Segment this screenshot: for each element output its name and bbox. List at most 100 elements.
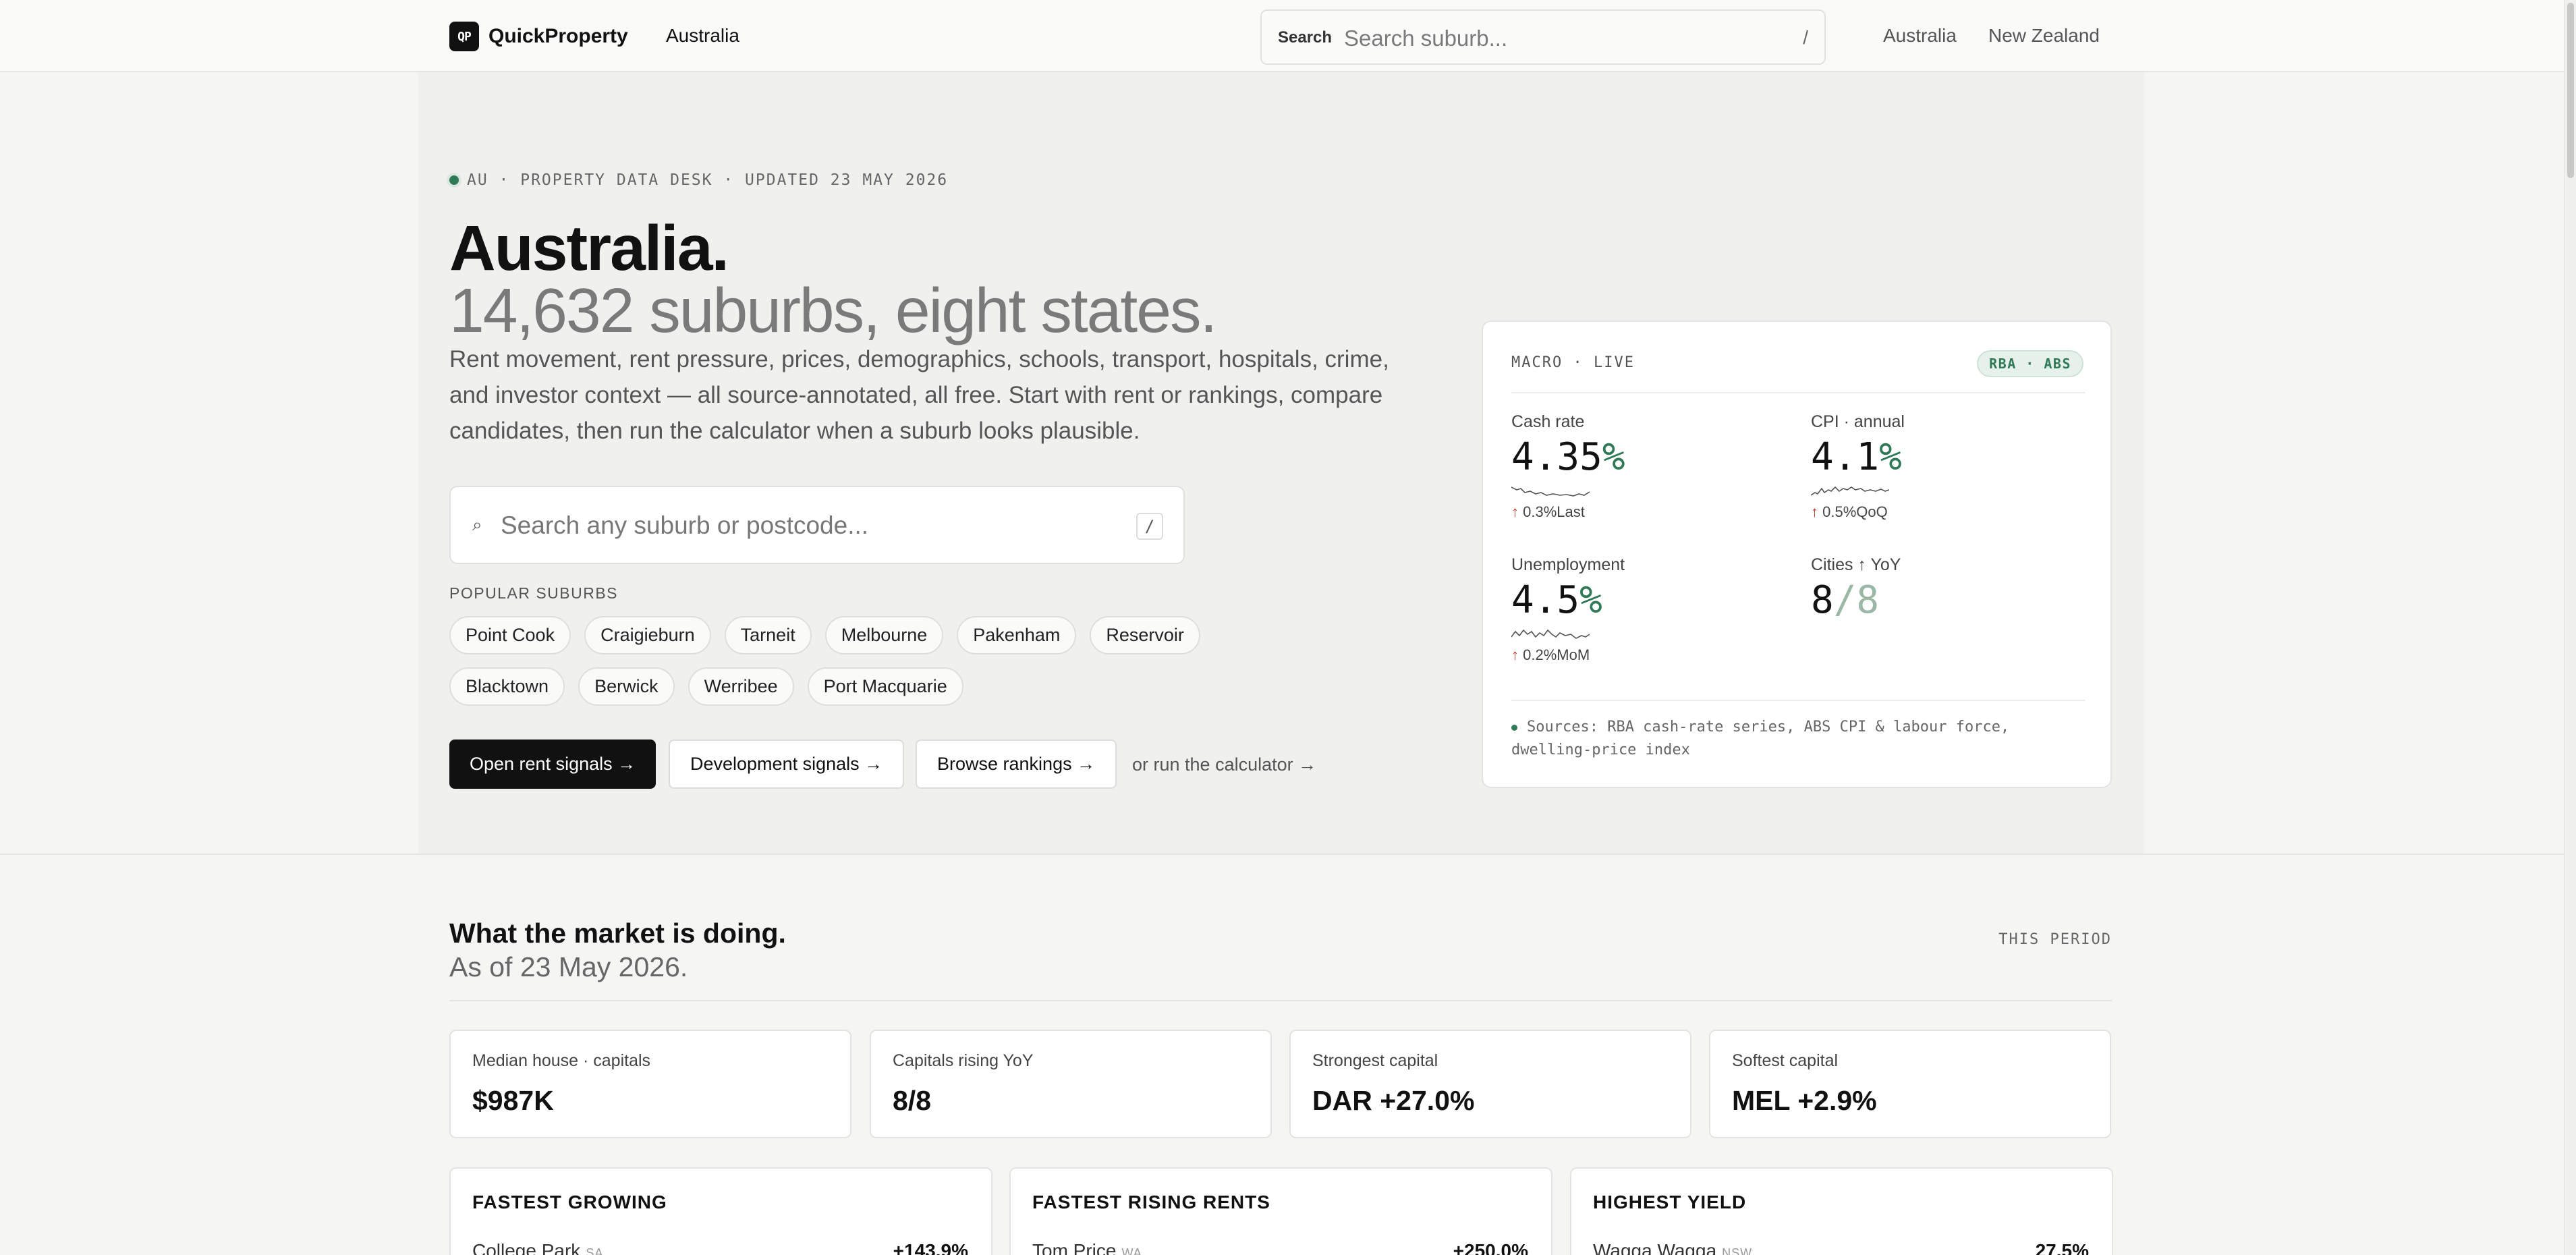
top-nav: QP QuickProperty Australia Search Search… (0, 0, 2576, 72)
suburb-name: Wagga Wagga (1593, 1240, 1717, 1255)
metric-cash-rate: Cash rate 4.35% ↑ 0.3%Last (1511, 412, 1781, 521)
list-item[interactable]: Tom Price WA +250.0% (1032, 1240, 1528, 1255)
suburb-chip[interactable]: Blacktown (449, 667, 565, 706)
metric-value: 4.1% (1811, 435, 1902, 479)
search-placeholder: Search suburb... (1344, 26, 1508, 51)
card-title: FASTEST RISING RENTS (1032, 1192, 1270, 1212)
stat-value: 8/8 (893, 1085, 931, 1116)
suburb-chip[interactable]: Tarneit (724, 616, 812, 654)
metric-label: Cash rate (1511, 412, 1585, 431)
page-title: Australia. (449, 213, 729, 284)
eyebrow-text: AU · PROPERTY DATA DESK · UPDATED 23 MAY… (467, 171, 949, 189)
nav-link-new-zealand[interactable]: New Zealand (1988, 25, 2100, 47)
suburb-chip[interactable]: Reservoir (1090, 616, 1200, 654)
stat-label: Softest capital (1732, 1051, 1839, 1070)
suburb-chip[interactable]: Port Macquarie (807, 667, 963, 706)
nav-country-link[interactable]: Australia (666, 25, 739, 47)
arrow-up-icon: ↑ (1811, 503, 1818, 520)
popular-suburbs-label: POPULAR SUBURBS (449, 584, 619, 602)
market-section-subtitle: As of 23 May 2026. (449, 951, 688, 982)
card-title: FASTEST GROWING (472, 1192, 667, 1212)
scrollbar-thumb[interactable] (2567, 3, 2574, 178)
suburb-name: College Park (472, 1240, 581, 1255)
browse-rankings-button[interactable]: Browse rankings → (916, 740, 1117, 789)
development-signals-button[interactable]: Development signals → (669, 740, 905, 789)
calculator-link[interactable]: or run the calculator → (1132, 754, 1316, 775)
stat-value: MEL +2.9% (1732, 1085, 1877, 1116)
hero-eyebrow: AU · PROPERTY DATA DESK · UPDATED 23 MAY… (449, 171, 948, 189)
stat-value: DAR +27.0% (1312, 1085, 1475, 1116)
stat-value: $987K (472, 1085, 554, 1116)
list-value: +143.9% (893, 1240, 968, 1255)
sparkline-cpi (1811, 486, 1889, 496)
stat-label: Median house · capitals (472, 1051, 651, 1070)
search-icon: ⌕ (472, 514, 482, 534)
logo-mark: QP (449, 22, 479, 51)
list-item[interactable]: College Park SA +143.9% (472, 1240, 968, 1255)
sources-note: Sources: RBA cash-rate series, ABS CPI &… (1511, 719, 2010, 758)
divider (1511, 700, 2085, 701)
suburb-chip[interactable]: Pakenham (957, 616, 1077, 654)
state-code: WA (1121, 1246, 1142, 1255)
source-badge: RBA · ABS (1977, 350, 2083, 377)
arrow-up-icon: ↑ (1511, 503, 1519, 520)
market-section-title: What the market is doing. (449, 918, 786, 949)
page-scrollbar[interactable] (2564, 0, 2576, 1255)
metric-label: Unemployment (1511, 555, 1625, 574)
metric-value: 4.35% (1511, 435, 1625, 479)
suburb-chip[interactable]: Point Cook (449, 616, 571, 654)
popular-suburbs-list: Point Cook Craigieburn Tarneit Melbourne… (449, 616, 1232, 706)
live-dot-icon (449, 175, 459, 185)
page-subtitle: 14,632 suburbs, eight states. (449, 275, 1217, 345)
sparkline-unemployment (1511, 629, 1590, 639)
metric-change: ↑ 0.5%QoQ (1811, 503, 1888, 520)
header-search-input[interactable]: Search Search suburb... / (1260, 9, 1826, 65)
divider (1511, 392, 2085, 393)
macro-header: MACRO · LIVE (1511, 354, 1635, 371)
suburb-search-placeholder: Search any suburb or postcode... (501, 511, 869, 539)
metric-label: Cities ↑ YoY (1811, 555, 1901, 574)
state-code: NSW (1722, 1246, 1753, 1255)
list-item[interactable]: Wagga Wagga NSW 27.5% (1593, 1240, 2089, 1255)
open-rent-signals-button[interactable]: Open rent signals → (449, 740, 656, 789)
nav-link-australia[interactable]: Australia (1883, 25, 1957, 47)
hero-divider (0, 854, 2576, 855)
list-value: +250.0% (1453, 1240, 1528, 1255)
logo[interactable]: QP QuickProperty (449, 22, 628, 51)
card-title: HIGHEST YIELD (1593, 1192, 1747, 1212)
logo-text: QuickProperty (488, 25, 628, 47)
metric-label: CPI · annual (1811, 412, 1905, 431)
period-label: THIS PERIOD (1998, 931, 2112, 948)
metric-value: 8/8 (1811, 578, 1880, 622)
stat-card: Median house · capitals $987K (449, 1030, 851, 1138)
state-code: SA (586, 1246, 604, 1255)
suburb-chip[interactable]: Craigieburn (584, 616, 711, 654)
metric-value: 4.5% (1511, 578, 1602, 622)
arrow-up-icon: ↑ (1511, 646, 1519, 663)
suburb-chip[interactable]: Werribee (688, 667, 794, 706)
hero-description: Rent movement, rent pressure, prices, de… (449, 346, 1389, 444)
sparkline-cash-rate (1511, 486, 1590, 497)
list-value: 27.5% (2035, 1240, 2089, 1255)
macro-card: MACRO · LIVE RBA · ABS Cash rate 4.35% ↑… (1482, 320, 2112, 788)
stat-label: Capitals rising YoY (893, 1051, 1034, 1070)
search-shortcut-hint: / (1803, 27, 1808, 48)
metric-change: ↑ 0.3%Last (1511, 503, 1585, 520)
stat-card: Strongest capital DAR +27.0% (1289, 1030, 1691, 1138)
stat-card: Capitals rising YoY 8/8 (870, 1030, 1272, 1138)
metric-unemployment: Unemployment 4.5% ↑ 0.2%MoM (1511, 555, 1781, 664)
suburb-name: Tom Price (1032, 1240, 1117, 1255)
suburb-chip[interactable]: Melbourne (824, 616, 944, 654)
fastest-rising-rents-card: FASTEST RISING RENTS Tom Price WA +250.0% (1009, 1167, 1552, 1255)
fastest-growing-card: FASTEST GROWING College Park SA +143.9% (449, 1167, 992, 1255)
suburb-chip[interactable]: Berwick (578, 667, 675, 706)
metric-cities-yoy: Cities ↑ YoY 8/8 (1811, 555, 2081, 622)
search-label: Search (1278, 28, 1333, 47)
stat-card: Softest capital MEL +2.9% (1709, 1030, 2111, 1138)
metric-cpi: CPI · annual 4.1% ↑ 0.5%QoQ (1811, 412, 2081, 521)
divider (449, 1000, 2112, 1001)
suburb-search-input[interactable]: ⌕ Search any suburb or postcode... / (449, 486, 1185, 564)
stat-label: Strongest capital (1312, 1051, 1438, 1070)
highest-yield-card: HIGHEST YIELD Wagga Wagga NSW 27.5% (1570, 1167, 2113, 1255)
bullet-icon (1511, 724, 1517, 731)
